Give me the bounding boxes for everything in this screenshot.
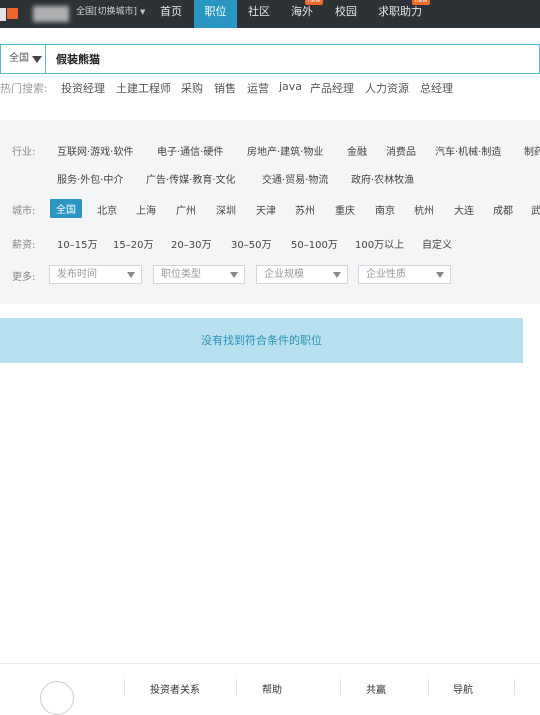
nav-item-label: 海外	[291, 5, 313, 18]
city-option[interactable]: 苏州	[295, 202, 315, 217]
nav-item-community[interactable]: 社区	[238, 0, 280, 28]
new-badge: new	[412, 0, 431, 5]
city-option[interactable]: 杭州	[414, 202, 434, 217]
footer-link-win-win[interactable]: 共赢	[366, 681, 386, 696]
job-type-dropdown[interactable]: 职位类型	[153, 265, 245, 284]
dropdown-placeholder: 发布时间	[57, 269, 97, 280]
triangle-down-icon	[127, 272, 135, 278]
hot-search-keyword[interactable]: 采购	[181, 80, 203, 96]
industry-option[interactable]: 汽车·机械·制造	[435, 143, 501, 158]
industry-option[interactable]: 广告·传媒·教育·文化	[146, 171, 236, 186]
nav-item-label: 社区	[248, 5, 270, 18]
hot-search-label: 热门搜索:	[0, 82, 48, 95]
company-type-dropdown[interactable]: 企业性质	[358, 265, 451, 284]
hot-search-keyword[interactable]: 运营	[247, 80, 269, 96]
publish-time-dropdown[interactable]: 发布时间	[49, 265, 142, 284]
city-switch-label: 全国[切换城市]	[76, 7, 138, 17]
industry-option[interactable]: 互联网·游戏·软件	[57, 143, 133, 158]
nav-item-home[interactable]: 首页	[150, 0, 192, 28]
footer-link-investor-relations[interactable]: 投资者关系	[150, 681, 200, 696]
dropdown-placeholder: 企业性质	[366, 269, 406, 280]
chevron-down-icon: ▼	[140, 8, 146, 16]
salary-option[interactable]: 自定义	[422, 236, 452, 251]
new-badge: new	[305, 0, 324, 5]
search-input[interactable]	[47, 45, 537, 73]
logo-orange-square	[7, 8, 18, 19]
more-label: 更多:	[12, 272, 36, 283]
search-scope-dropdown[interactable]: 全国	[1, 45, 46, 73]
dropdown-placeholder: 职位类型	[161, 269, 201, 280]
hot-search-keyword[interactable]: 销售	[214, 80, 236, 96]
site-logo[interactable]	[0, 4, 22, 24]
nav-item-overseas[interactable]: new 海外	[282, 0, 324, 28]
footer-link-help[interactable]: 帮助	[262, 681, 282, 696]
city-option-selected[interactable]: 全国	[50, 199, 82, 218]
city-option[interactable]: 重庆	[335, 202, 355, 217]
salary-option[interactable]: 15–20万	[113, 236, 153, 251]
salary-label: 薪资:	[12, 240, 36, 251]
salary-option[interactable]: 10–15万	[57, 236, 97, 251]
hot-search-keyword[interactable]: 投资经理	[61, 80, 105, 96]
industry-label: 行业:	[12, 147, 36, 158]
city-option[interactable]: 广州	[176, 202, 196, 217]
industry-option[interactable]: 政府·农林牧渔	[351, 171, 414, 186]
city-option[interactable]: 成都	[493, 202, 513, 217]
city-label: 城市:	[12, 206, 36, 217]
nav-item-label: 校园	[335, 5, 357, 18]
nav-item-campus[interactable]: 校园	[326, 0, 366, 28]
hot-search-keyword[interactable]: 土建工程师	[116, 80, 171, 96]
nav-item-label: 求职助力	[378, 5, 422, 18]
nav-item-label: 首页	[160, 5, 182, 18]
city-option[interactable]: 北京	[97, 202, 117, 217]
hot-search-keyword[interactable]: java	[279, 80, 302, 93]
triangle-down-icon	[32, 56, 42, 63]
hot-search-keyword[interactable]: 人力资源	[365, 80, 409, 96]
blurred-user-info	[33, 6, 69, 22]
triangle-down-icon	[333, 272, 341, 278]
hot-search-keyword[interactable]: 总经理	[420, 80, 453, 96]
salary-option[interactable]: 20–30万	[171, 236, 211, 251]
industry-option[interactable]: 金融	[347, 143, 367, 158]
industry-option[interactable]: 房地产·建筑·物业	[247, 143, 323, 158]
industry-option[interactable]: 服务·外包·中介	[57, 171, 123, 186]
industry-option[interactable]: 电子·通信·硬件	[157, 143, 223, 158]
city-option[interactable]: 天津	[256, 202, 276, 217]
city-option[interactable]: 大连	[454, 202, 474, 217]
salary-option[interactable]: 30–50万	[231, 236, 271, 251]
nav-item-label: 职位	[204, 5, 227, 18]
salary-option[interactable]: 100万以上	[355, 236, 404, 251]
company-size-dropdown[interactable]: 企业规模	[256, 265, 348, 284]
industry-option[interactable]: 制药	[524, 143, 540, 158]
triangle-down-icon	[436, 272, 444, 278]
search-scope-label: 全国	[9, 53, 29, 64]
footer-link-navigation[interactable]: 导航	[453, 681, 473, 696]
search-bar: 全国	[0, 44, 540, 74]
city-option[interactable]: 深圳	[216, 202, 236, 217]
city-option[interactable]: 上海	[136, 202, 156, 217]
no-results-banner: 没有找到符合条件的职位	[0, 318, 523, 363]
city-option[interactable]: 南京	[375, 202, 395, 217]
no-results-message: 没有找到符合条件的职位	[201, 334, 322, 347]
nav-item-career-help[interactable]: new 求职助力	[374, 0, 431, 28]
nav-item-jobs[interactable]: 职位	[194, 0, 237, 28]
triangle-down-icon	[230, 272, 238, 278]
salary-option[interactable]: 50–100万	[291, 236, 338, 251]
city-option[interactable]: 武	[531, 202, 540, 217]
dropdown-placeholder: 企业规模	[264, 269, 304, 280]
top-navigation-bar: 全国[切换城市] ▼ 首页 职位 社区 new 海外 校园 new 求职助力	[0, 0, 540, 28]
industry-option[interactable]: 交通·贸易·物流	[262, 171, 328, 186]
city-switch-link[interactable]: 全国[切换城市] ▼	[76, 6, 145, 18]
hot-search-keyword[interactable]: 产品经理	[310, 80, 354, 96]
industry-option[interactable]: 消费品	[386, 143, 416, 158]
footer-logo-circle	[40, 681, 74, 715]
logo-left-shape	[0, 8, 6, 21]
footer-divider	[0, 663, 540, 664]
